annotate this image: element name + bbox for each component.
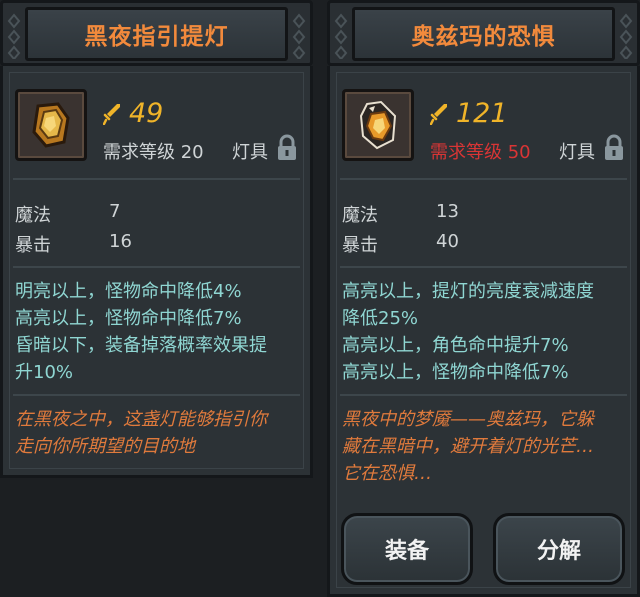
attack-sword-icon bbox=[430, 103, 447, 125]
title-bar: 奥兹玛的恐惧 bbox=[327, 0, 640, 66]
item-card-right: 奥兹玛的恐惧 121 需求等级 50 灯具 魔法 13 暴击 40 高亮以上，提… bbox=[327, 0, 640, 597]
lantern-item-icon bbox=[359, 100, 397, 150]
lantern-item-icon bbox=[32, 102, 70, 148]
lore-text: 在黑夜之中，这盏灯能够指引你 走向你所期望的目的地 bbox=[15, 409, 267, 457]
stat-row: 魔法 7 bbox=[15, 201, 121, 226]
damage-value: 49 bbox=[129, 98, 164, 129]
divider bbox=[13, 394, 300, 396]
slot-type: 灯具 bbox=[559, 142, 595, 163]
equip-button[interactable]: 装备 bbox=[341, 513, 473, 585]
item-card-left: 黑夜指引提灯 49 需求等级 20 灯具 魔法 7 暴击 16 明亮以上，怪物命… bbox=[0, 0, 313, 478]
frame-ornament-icon bbox=[334, 13, 348, 59]
required-level-unmet: 需求等级 50 bbox=[430, 142, 531, 163]
divider bbox=[340, 394, 627, 396]
title-bar: 黑夜指引提灯 bbox=[0, 0, 313, 66]
attack-sword-icon bbox=[103, 103, 120, 125]
divider bbox=[13, 266, 300, 268]
lock-icon[interactable] bbox=[603, 134, 625, 162]
frame-ornament-icon bbox=[7, 13, 21, 59]
effects-list: 高亮以上，提灯的亮度衰减速度 降低25% 高亮以上，角色命中提升7% 高亮以上，… bbox=[342, 281, 594, 383]
frame-ornament-icon bbox=[619, 13, 633, 59]
divider bbox=[13, 178, 300, 180]
item-title: 黑夜指引提灯 bbox=[84, 24, 229, 50]
item-detail-panel: 49 需求等级 20 灯具 魔法 7 暴击 16 明亮以上，怪物命中降低4% 高… bbox=[0, 66, 313, 478]
divider bbox=[340, 266, 627, 268]
title-plate: 黑夜指引提灯 bbox=[25, 7, 288, 61]
frame-ornament-icon bbox=[292, 13, 306, 59]
required-level: 需求等级 20 bbox=[103, 142, 204, 163]
stat-row: 暴击 40 bbox=[342, 231, 459, 256]
effects-list: 明亮以上，怪物命中降低4% 高亮以上，怪物命中降低7% 昏暗以下，装备掉落概率效… bbox=[15, 281, 267, 383]
stat-row: 魔法 13 bbox=[342, 201, 459, 226]
damage-value: 121 bbox=[456, 98, 508, 129]
title-plate: 奥兹玛的恐惧 bbox=[352, 7, 615, 61]
item-icon-frame bbox=[342, 89, 414, 161]
salvage-button[interactable]: 分解 bbox=[493, 513, 625, 585]
item-icon-frame bbox=[15, 89, 87, 161]
stat-row: 暴击 16 bbox=[15, 231, 132, 256]
item-title: 奥兹玛的恐惧 bbox=[411, 24, 556, 50]
slot-type: 灯具 bbox=[232, 142, 268, 163]
divider bbox=[340, 178, 627, 180]
lore-text: 黑夜中的梦魇——奥兹玛，它躲 藏在黑暗中，避开着灯的光芒… 它在恐惧… bbox=[342, 409, 594, 484]
lock-icon[interactable] bbox=[276, 134, 298, 162]
